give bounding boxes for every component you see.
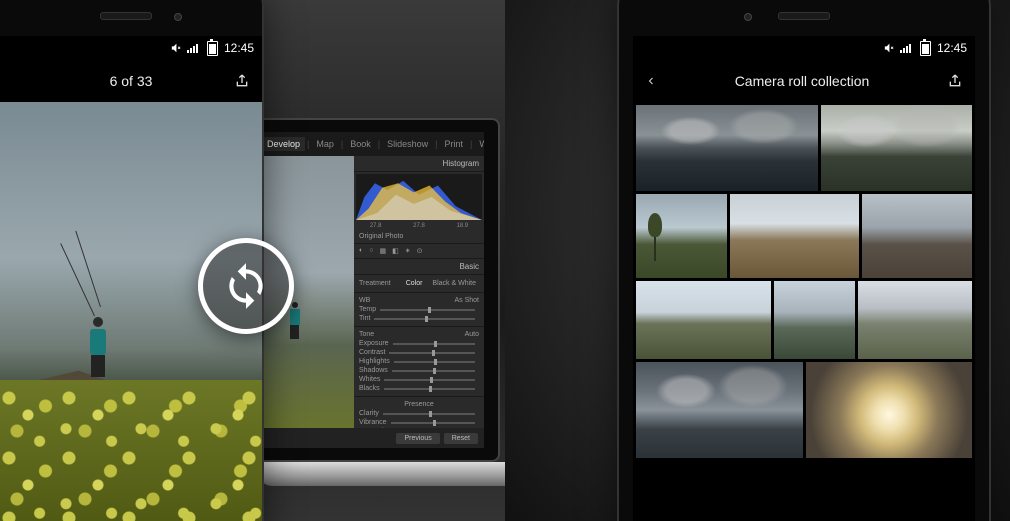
grid-thumb[interactable] xyxy=(636,105,818,191)
develop-panel: Histogram 27.8 27.8 xyxy=(354,156,484,448)
laptop-bezel: Develop| Map| Book| Slideshow| Print| We… xyxy=(258,118,500,462)
mute-icon xyxy=(171,42,181,54)
back-icon[interactable] xyxy=(645,75,657,87)
phone-device-right: 12:45 Camera roll collection xyxy=(619,0,989,521)
histogram-graph xyxy=(356,174,482,220)
collection-title: Camera roll collection xyxy=(657,73,947,89)
grid-thumb[interactable] xyxy=(636,362,803,458)
basic-header[interactable]: Basic xyxy=(354,259,484,275)
battery-icon xyxy=(920,41,931,56)
sync-icon xyxy=(221,261,271,311)
reset-button[interactable]: Reset xyxy=(444,433,478,444)
grid-thumb[interactable] xyxy=(858,281,972,359)
previous-button[interactable]: Previous xyxy=(396,433,439,444)
phone-speaker xyxy=(778,12,830,20)
grid-thumb[interactable] xyxy=(862,194,972,278)
clock: 12:45 xyxy=(937,41,967,55)
app-bar: Camera roll collection xyxy=(633,60,975,102)
laptop-base xyxy=(258,462,505,486)
promo-left-pane: Develop| Map| Book| Slideshow| Print| We… xyxy=(0,0,505,521)
clock: 12:45 xyxy=(224,41,254,55)
photo-counter: 6 of 33 xyxy=(28,73,234,89)
phone-front-camera xyxy=(174,13,182,21)
lightroom-module-tabs: Develop| Map| Book| Slideshow| Print| We… xyxy=(258,132,484,156)
grid-thumb[interactable] xyxy=(821,105,972,191)
phone-front-camera xyxy=(744,13,752,21)
status-bar: 12:45 xyxy=(0,36,262,60)
tab-book[interactable]: Book xyxy=(345,137,376,151)
slider-shadows[interactable] xyxy=(392,370,475,372)
signal-icon xyxy=(900,43,914,53)
slider-exposure[interactable] xyxy=(393,343,475,345)
grid-thumb[interactable] xyxy=(806,362,973,458)
mute-icon xyxy=(884,42,894,54)
slider-clarity[interactable] xyxy=(383,413,475,415)
tab-develop[interactable]: Develop xyxy=(262,137,305,151)
battery-icon xyxy=(207,41,218,56)
share-icon[interactable] xyxy=(234,73,250,89)
tab-slideshow[interactable]: Slideshow xyxy=(382,137,433,151)
histogram-header[interactable]: Histogram xyxy=(354,156,484,172)
slider-temp[interactable] xyxy=(380,309,475,311)
grid-thumb[interactable] xyxy=(636,281,771,359)
tab-web[interactable]: Web xyxy=(474,137,484,151)
status-bar: 12:45 xyxy=(633,36,975,60)
slider-whites[interactable] xyxy=(384,379,475,381)
tab-print[interactable]: Print xyxy=(439,137,468,151)
slider-vibrance[interactable] xyxy=(391,422,475,424)
tool-strip[interactable]: ◐○▦◧✶⊙ xyxy=(354,244,484,259)
promo-right-pane: 12:45 Camera roll collection xyxy=(505,0,1010,521)
share-icon[interactable] xyxy=(947,73,963,89)
slider-highlights[interactable] xyxy=(394,361,475,363)
grid-thumb[interactable] xyxy=(774,281,855,359)
app-bar: 6 of 33 xyxy=(0,60,262,102)
original-photo-row: Original Photo xyxy=(354,230,484,244)
slider-contrast[interactable] xyxy=(389,352,475,354)
grid-thumb[interactable] xyxy=(636,194,727,278)
phone-screen-right: 12:45 Camera roll collection xyxy=(633,36,975,521)
phone-speaker xyxy=(100,12,152,20)
slider-blacks[interactable] xyxy=(384,388,475,390)
grid-thumb[interactable] xyxy=(730,194,859,278)
photo-grid[interactable] xyxy=(633,102,975,521)
sync-badge xyxy=(198,238,294,334)
slider-tint[interactable] xyxy=(374,318,475,320)
tab-map[interactable]: Map xyxy=(311,137,339,151)
laptop-device: Develop| Map| Book| Slideshow| Print| We… xyxy=(258,118,505,498)
signal-icon xyxy=(187,43,201,53)
